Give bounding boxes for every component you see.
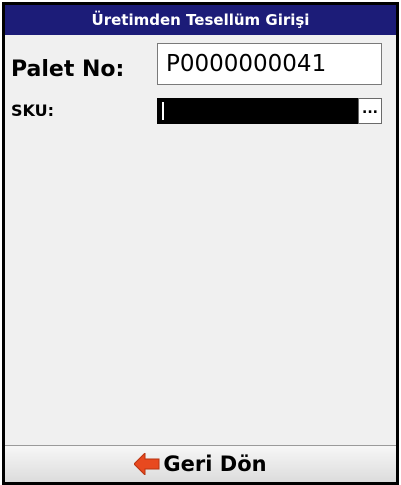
text-caret [162,102,164,120]
sku-field[interactable] [157,98,358,124]
window-title: Üretimden Tesellüm Girişi [5,5,396,35]
app-window: Üretimden Tesellüm Girişi Palet No: P000… [2,2,399,485]
back-button-label: Geri Dön [163,452,267,476]
arrow-left-icon [134,453,160,475]
back-button[interactable]: Geri Dön [5,445,396,482]
palet-no-label: Palet No: [11,57,125,82]
palet-no-field[interactable]: P0000000041 [157,43,382,85]
sku-lookup-button[interactable]: ... [358,98,382,124]
sku-label: SKU: [11,101,55,120]
